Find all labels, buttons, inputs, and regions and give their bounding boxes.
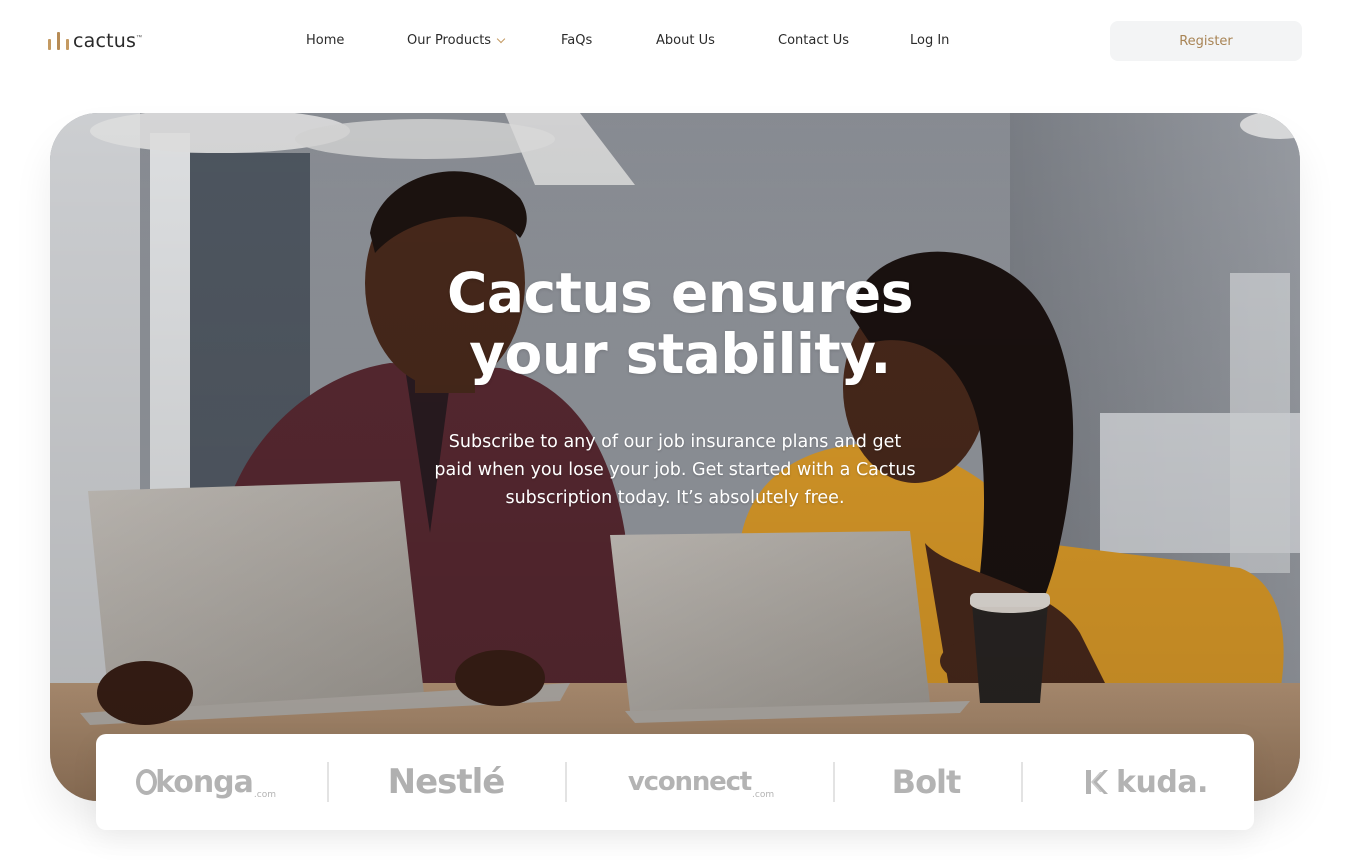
chevron-down-icon (496, 34, 506, 44)
hero-title: Cactus ensures your stability. (380, 263, 980, 385)
nav-about-us[interactable]: About Us (656, 32, 715, 50)
nav-contact-us[interactable]: Contact Us (778, 32, 849, 50)
vconnect-logo-suffix: .com (752, 790, 775, 800)
vconnect-logo: vconnect .com (616, 734, 786, 830)
partner-divider (327, 762, 329, 802)
nav-faqs[interactable]: FaQs (561, 32, 592, 50)
nestle-logo: Nestlé (366, 734, 526, 830)
kuda-logo-icon (1084, 768, 1109, 796)
vconnect-logo-text: vconnect (627, 767, 752, 797)
konga-logo-text: konga (155, 764, 254, 800)
nav-our-products[interactable]: Our Products (407, 32, 506, 50)
hero-title-line-2: your stability. (469, 322, 891, 386)
partner-divider (565, 762, 567, 802)
nav-home[interactable]: Home (306, 32, 344, 50)
nav-log-in[interactable]: Log In (910, 32, 949, 50)
kuda-logo: kuda. (1076, 734, 1216, 830)
hero-banner: Cactus ensures your stability. Subscribe… (50, 113, 1300, 801)
kuda-logo-text: kuda. (1116, 764, 1208, 800)
cactus-logo[interactable]: cactus ™ (48, 30, 142, 52)
cactus-logo-icon (48, 30, 72, 52)
register-button[interactable]: Register (1110, 21, 1302, 61)
konga-logo-icon (136, 769, 158, 795)
nestle-logo-text: Nestlé (387, 762, 506, 802)
partner-logos-strip: konga .com Nestlé vconnect .com Bolt kud… (96, 734, 1254, 830)
logo-text: cactus (73, 30, 137, 52)
nav-our-products-label: Our Products (407, 33, 492, 48)
hero-subtitle: Subscribe to any of our job insurance pl… (434, 432, 916, 508)
konga-logo: konga .com (136, 734, 276, 830)
konga-logo-suffix: .com (253, 790, 276, 800)
hero-title-line-1: Cactus ensures (447, 261, 913, 325)
partner-divider (1021, 762, 1023, 802)
partner-divider (833, 762, 835, 802)
site-header: cactus ™ Home Our Products FaQs About Us… (0, 0, 1350, 82)
logo-trademark: ™ (136, 35, 143, 41)
bolt-logo-text: Bolt (891, 763, 962, 801)
bolt-logo: Bolt (876, 734, 976, 830)
